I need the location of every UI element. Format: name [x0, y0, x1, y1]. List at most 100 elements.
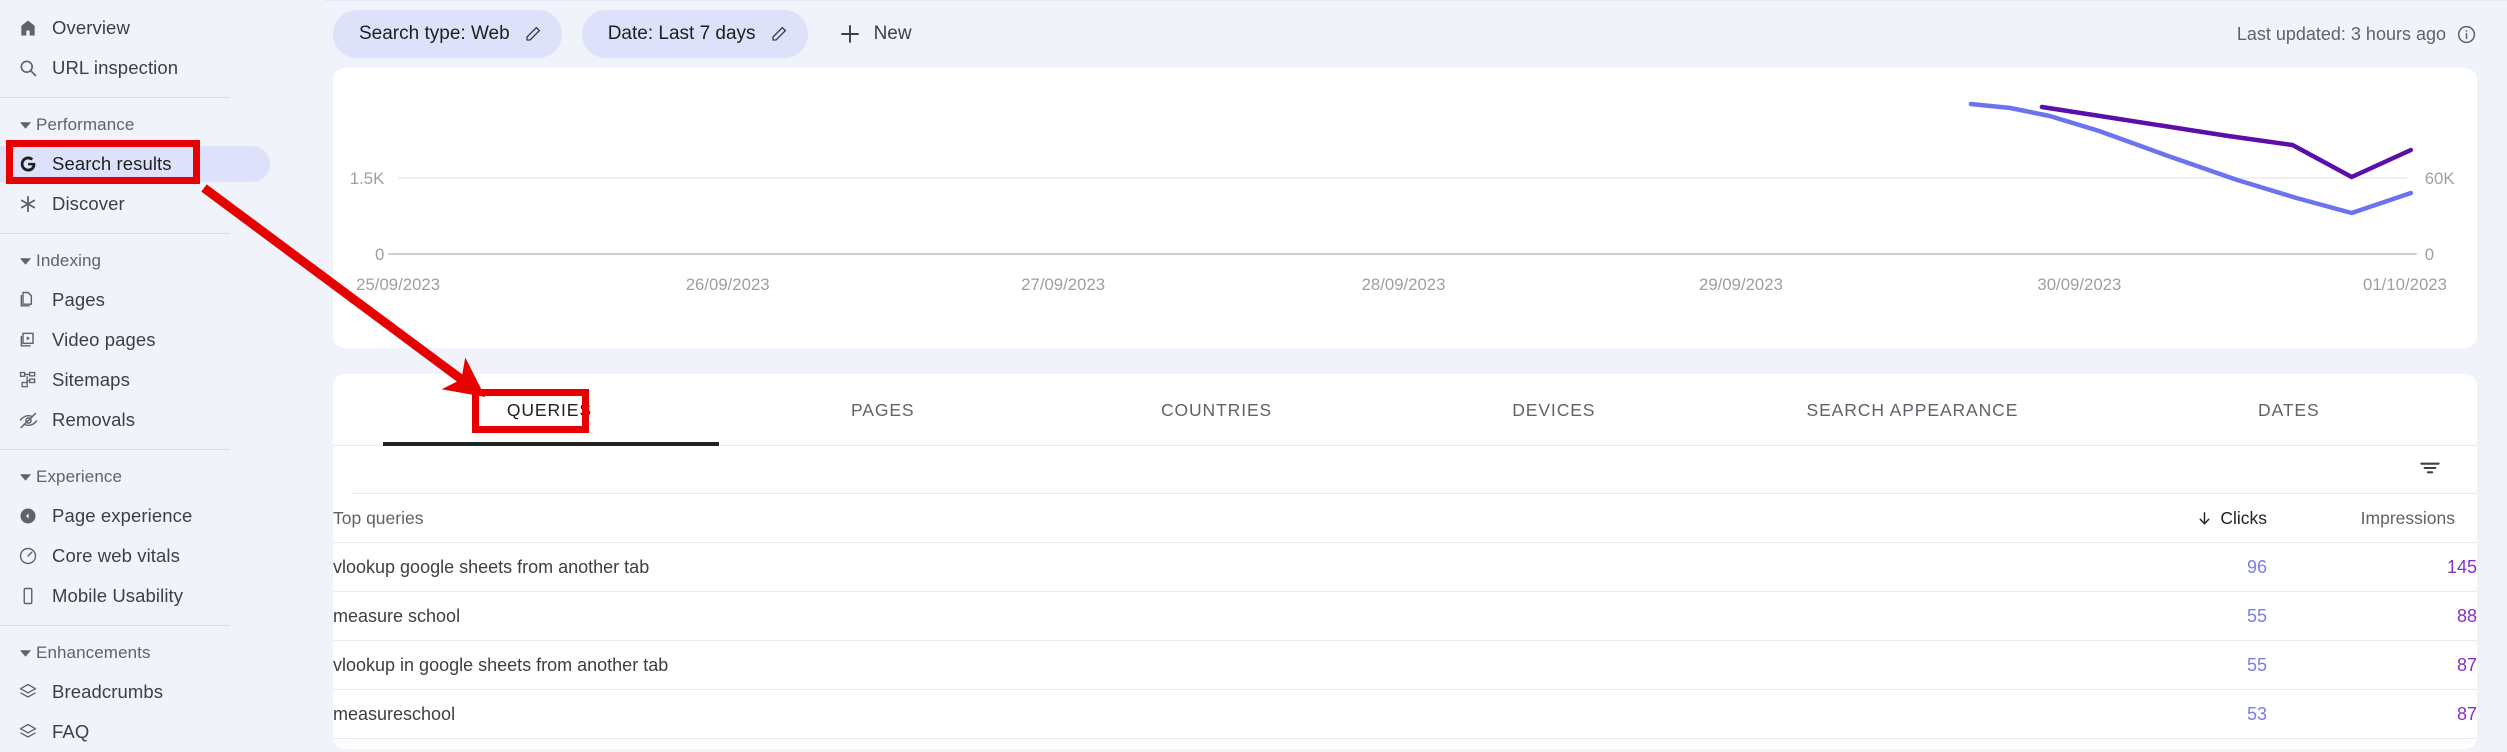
sidebar-section-indexing[interactable]: Indexing: [0, 242, 325, 280]
home-icon: [18, 18, 44, 38]
plus-icon: [838, 22, 862, 46]
sidebar-section-label: Indexing: [36, 251, 102, 270]
sidebar-item-faq[interactable]: FAQ: [0, 712, 325, 752]
cell-query[interactable]: measureschool: [333, 690, 2057, 739]
y-axis-left-tick-0: 0: [375, 245, 384, 264]
tab-label: DATES: [2258, 399, 2320, 420]
y-axis-right-tick-60k: 60K: [2425, 169, 2456, 188]
table-header: Top queries Clicks Impressions: [333, 494, 2477, 543]
chevron-down-icon: [14, 121, 36, 129]
tab-dates[interactable]: DATES: [2101, 374, 2477, 446]
toolbar-top-border: [325, 0, 2507, 1]
cell-query[interactable]: vlookup google sheets from another tab: [333, 543, 2057, 592]
sidebar-item-label: FAQ: [52, 721, 90, 742]
mobile-icon: [18, 586, 44, 606]
chevron-down-icon: [14, 257, 36, 265]
sidebar-item-removals[interactable]: Removals: [0, 400, 325, 440]
dimension-tabs: QUERIES PAGES COUNTRIES DEVICES SEARCH A…: [333, 374, 2477, 446]
filter-chip-search-type[interactable]: Search type: Web: [333, 10, 562, 58]
main-content: Search type: Web Date: Last 7 days New L…: [325, 0, 2507, 749]
sidebar-item-pages[interactable]: Pages: [0, 280, 325, 320]
table-body: vlookup google sheets from another tab 9…: [333, 543, 2477, 739]
column-header-clicks-label: Clicks: [2220, 507, 2267, 528]
sidebar-item-breadcrumbs[interactable]: Breadcrumbs: [0, 672, 325, 712]
cell-impressions: 145: [2446, 556, 2477, 577]
table-row[interactable]: measureschool 53 87: [333, 690, 2477, 739]
sidebar-item-overview[interactable]: Overview: [0, 8, 325, 48]
sidebar-item-label: Removals: [52, 409, 136, 430]
performance-chart-card: 1.5K 0 60K 0 25/09/2023 26/09/2023 27/09…: [333, 68, 2477, 348]
sidebar-item-core-web-vitals[interactable]: Core web vitals: [0, 536, 325, 576]
sidebar-item-video-pages[interactable]: Video pages: [0, 320, 325, 360]
filter-toolbar: Search type: Web Date: Last 7 days New L…: [325, 0, 2507, 68]
google-g-icon: [18, 154, 44, 174]
sidebar-section-label: Enhancements: [36, 643, 151, 662]
sidebar-item-discover[interactable]: Discover: [0, 184, 325, 224]
sidebar-item-url-inspection[interactable]: URL inspection: [0, 48, 325, 88]
filter-chip-date[interactable]: Date: Last 7 days: [581, 10, 808, 58]
sidebar-item-search-results[interactable]: Search results: [0, 144, 325, 184]
tab-label: SEARCH APPEARANCE: [1806, 399, 2019, 420]
tab-devices[interactable]: DEVICES: [1383, 374, 1724, 446]
tab-pages[interactable]: PAGES: [716, 374, 1050, 446]
cell-query[interactable]: measure school: [333, 592, 2057, 641]
sidebar-section-experience[interactable]: Experience: [0, 458, 325, 496]
last-updated-label: Last updated: 3 hours ago: [2236, 23, 2446, 44]
tab-queries[interactable]: QUERIES: [383, 374, 716, 446]
tab-search-appearance[interactable]: SEARCH APPEARANCE: [1724, 374, 2100, 446]
table-filter-row: [333, 446, 2477, 494]
queries-table: Top queries Clicks Impressions vlookup g…: [333, 494, 2477, 739]
layers-icon: [18, 682, 44, 702]
sidebar-divider: [0, 625, 230, 626]
filter-chip-label: Date: Last 7 days: [607, 23, 756, 44]
search-icon: [18, 58, 44, 78]
cell-clicks: 55: [2246, 654, 2267, 675]
sidebar-item-label: Search results: [52, 153, 172, 174]
tab-countries[interactable]: COUNTRIES: [1050, 374, 1384, 446]
table-row[interactable]: vlookup google sheets from another tab 9…: [333, 543, 2477, 592]
sidebar-item-mobile-usability[interactable]: Mobile Usability: [0, 576, 325, 616]
dimension-table-card: QUERIES PAGES COUNTRIES DEVICES SEARCH A…: [333, 374, 2477, 749]
pages-icon: [18, 290, 44, 310]
sidebar-item-page-experience[interactable]: Page experience: [0, 496, 325, 536]
sidebar: Overview URL inspection Performance Sear…: [0, 0, 325, 749]
arrow-down-icon: [2196, 510, 2213, 527]
column-header-clicks[interactable]: Clicks: [2057, 494, 2267, 543]
sidebar-item-label: Breadcrumbs: [52, 681, 164, 702]
sidebar-item-label: Sitemaps: [52, 369, 130, 390]
performance-chart[interactable]: 1.5K 0 60K 0 25/09/2023 26/09/2023 27/09…: [333, 68, 2477, 348]
x-axis-tick-2: 27/09/2023: [1021, 275, 1105, 294]
cell-clicks: 96: [2246, 556, 2267, 577]
sidebar-item-label: Core web vitals: [52, 545, 180, 566]
x-axis-tick-0: 25/09/2023: [356, 275, 440, 294]
tab-label: PAGES: [850, 399, 915, 420]
tab-label: COUNTRIES: [1160, 399, 1273, 420]
new-filter-button[interactable]: New: [828, 10, 922, 58]
sidebar-section-performance[interactable]: Performance: [0, 106, 325, 144]
table-row[interactable]: measure school 55 88: [333, 592, 2477, 641]
asterisk-icon: [18, 194, 44, 214]
sidebar-item-label: Pages: [52, 289, 105, 310]
column-header-impressions[interactable]: Impressions: [2267, 494, 2477, 543]
sitemap-icon: [18, 370, 44, 390]
sidebar-item-sitemaps[interactable]: Sitemaps: [0, 360, 325, 400]
series-impressions-visible: [2039, 104, 2414, 180]
y-axis-left-tick-1500: 1.5K: [350, 169, 385, 188]
sidebar-section-label: Experience: [36, 467, 123, 486]
table-row[interactable]: vlookup in google sheets from another ta…: [333, 641, 2477, 690]
cell-clicks: 55: [2246, 605, 2267, 626]
chevron-down-icon: [14, 649, 36, 657]
eye-off-icon: [18, 410, 44, 431]
speedometer-icon: [18, 546, 44, 566]
sidebar-divider: [0, 97, 230, 98]
x-axis-tick-3: 28/09/2023: [1362, 275, 1446, 294]
cell-query[interactable]: vlookup in google sheets from another ta…: [333, 641, 2057, 690]
x-axis-tick-6: 01/10/2023: [2363, 275, 2447, 294]
pencil-icon[interactable]: [770, 25, 788, 43]
info-icon[interactable]: [2456, 24, 2477, 45]
sidebar-section-enhancements[interactable]: Enhancements: [0, 634, 325, 672]
column-header-query[interactable]: Top queries: [333, 494, 2057, 543]
filter-icon[interactable]: [2417, 455, 2443, 486]
x-axis-tick-4: 29/09/2023: [1699, 275, 1783, 294]
pencil-icon[interactable]: [524, 25, 542, 43]
